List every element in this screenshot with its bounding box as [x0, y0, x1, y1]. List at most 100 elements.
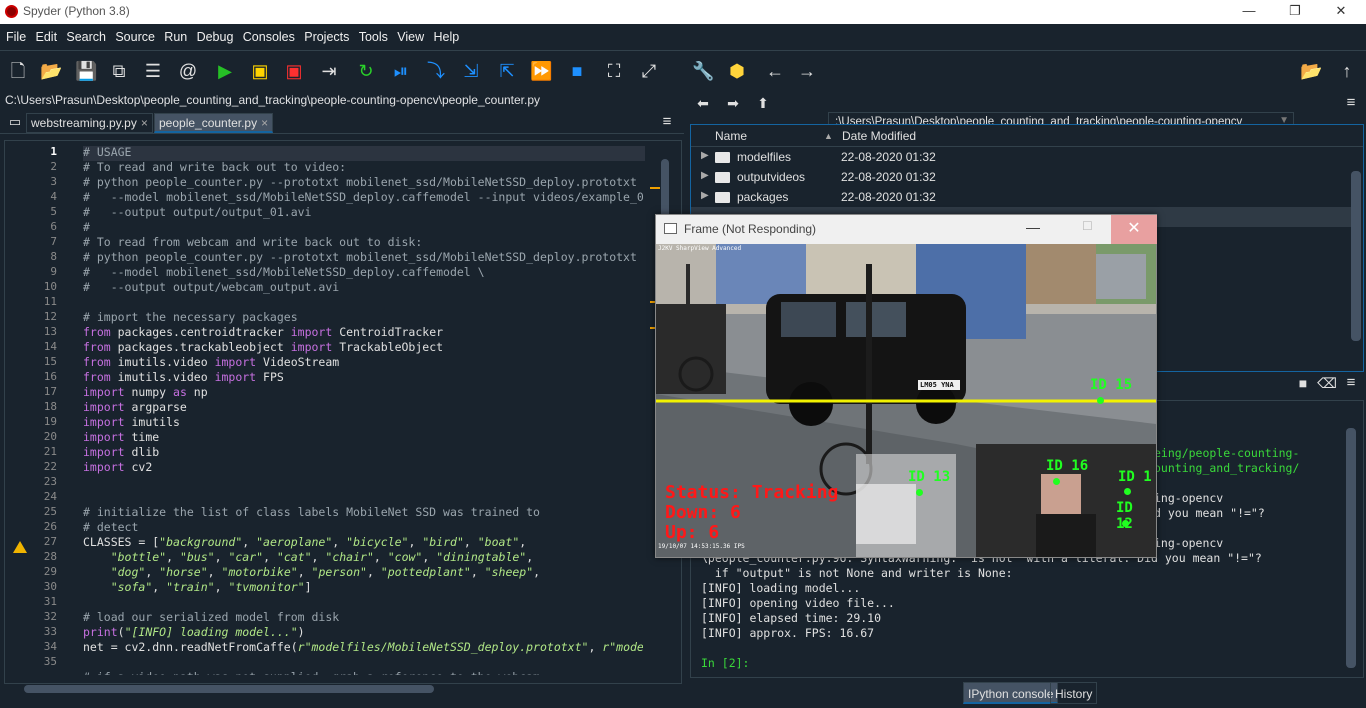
browse-directory-icon[interactable]: 📂: [1300, 60, 1322, 82]
code-line[interactable]: import dlib: [83, 445, 159, 460]
clear-console-icon[interactable]: ⌫: [1316, 372, 1338, 394]
console-options-menu-icon[interactable]: ≡: [1340, 372, 1362, 394]
debug-icon[interactable]: ⏯: [390, 60, 412, 82]
code-line[interactable]: import cv2: [83, 460, 152, 475]
code-line[interactable]: import time: [83, 430, 159, 445]
expand-arrow-icon[interactable]: ▶: [701, 150, 709, 161]
python-path-icon[interactable]: ⬢: [726, 60, 748, 82]
code-line[interactable]: # if a video path was not supplied, grab…: [83, 670, 540, 675]
step-return-icon[interactable]: ⇱: [496, 60, 518, 82]
rerun-icon[interactable]: ↻: [355, 60, 377, 82]
code-line[interactable]: import imutils: [83, 415, 180, 430]
console-scrollbar[interactable]: [1346, 428, 1356, 668]
close-tab-icon[interactable]: ×: [261, 116, 268, 130]
continue-icon[interactable]: ⏩: [530, 60, 552, 82]
code-line[interactable]: CLASSES = ["background", "aeroplane", "b…: [83, 535, 526, 550]
expand-arrow-icon[interactable]: ▶: [701, 170, 709, 181]
code-line[interactable]: #: [83, 220, 90, 235]
warning-icon[interactable]: [13, 541, 27, 553]
open-file-icon[interactable]: 📂: [40, 60, 62, 82]
code-line[interactable]: # USAGE: [83, 145, 131, 160]
run-cell-icon[interactable]: ▣: [249, 60, 271, 82]
editor-horizontal-scrollbar[interactable]: [10, 682, 670, 694]
file-row-packages[interactable]: ▶ packages 22-08-2020 01:32: [691, 187, 1351, 207]
opencv-frame-window[interactable]: Frame (Not Responding) — ☐ ✕ J2KV SharpV…: [655, 214, 1157, 558]
code-line[interactable]: "dog", "horse", "motorbike", "person", "…: [83, 565, 540, 580]
back-arrow-icon[interactable]: ←: [764, 60, 786, 82]
code-line[interactable]: from imutils.video import VideoStream: [83, 355, 339, 370]
code-line[interactable]: # python people_counter.py --prototxt mo…: [83, 250, 643, 265]
stop-debug-icon[interactable]: ■: [566, 60, 588, 82]
back-icon[interactable]: ⬅: [692, 92, 714, 114]
code-line[interactable]: # --model mobilenet_ssd/MobileNetSSD_dep…: [83, 190, 643, 205]
close-button[interactable]: ✕: [1318, 0, 1364, 24]
code-line[interactable]: # load our serialized model from disk: [83, 610, 339, 625]
code-line[interactable]: # To read from webcam and write back out…: [83, 235, 422, 250]
scrollbar-thumb[interactable]: [24, 685, 434, 693]
menu-edit[interactable]: Edit: [36, 24, 58, 44]
preferences-wrench-icon[interactable]: 🔧: [692, 60, 714, 82]
code-line[interactable]: import argparse: [83, 400, 187, 415]
code-editor[interactable]: 1 2 3 4 5 6 7 8 9 10 11 12 13 14 15 16 17 18 19 20 21 22 23 24 2…: [4, 140, 682, 684]
forward-arrow-icon[interactable]: →: [796, 60, 818, 82]
browse-tabs-icon[interactable]: ▭: [4, 111, 26, 133]
run-selection-icon[interactable]: ⇥: [318, 60, 340, 82]
at-symbol-icon[interactable]: @: [177, 60, 199, 82]
run-icon[interactable]: ▶: [214, 60, 236, 82]
code-line[interactable]: from packages.trackableobject import Tra…: [83, 340, 443, 355]
code-line[interactable]: # --model mobilenet_ssd/MobileNetSSD_dep…: [83, 265, 485, 280]
code-line[interactable]: # --output output/output_01.avi: [83, 205, 311, 220]
menu-consoles[interactable]: Consoles: [243, 24, 295, 44]
code-line[interactable]: # import the necessary packages: [83, 310, 298, 325]
code-area[interactable]: # USAGE # To read and write back out to v…: [83, 145, 643, 675]
close-tab-icon[interactable]: ×: [141, 116, 148, 130]
code-line[interactable]: print("[INFO] loading model..."): [83, 625, 305, 640]
file-row-outputvideos[interactable]: ▶ outputvideos 22-08-2020 01:32: [691, 167, 1351, 187]
code-line[interactable]: net = cv2.dnn.readNetFromCaffe(r"modelfi…: [83, 640, 643, 655]
tab-webstreaming[interactable]: webstreaming.py.py ×: [26, 113, 153, 133]
maximize-pane-icon[interactable]: ⛶: [603, 60, 625, 82]
file-row-modelfiles[interactable]: ▶ modelfiles 22-08-2020 01:32: [691, 147, 1351, 167]
column-name[interactable]: Name: [715, 129, 747, 143]
menu-debug[interactable]: Debug: [197, 24, 234, 44]
new-file-icon[interactable]: 🗋: [7, 60, 29, 82]
parent-directory-icon[interactable]: ↑: [1336, 60, 1358, 82]
code-line[interactable]: # --output output/webcam_output.avi: [83, 280, 339, 295]
menu-file[interactable]: File: [6, 24, 26, 44]
code-line[interactable]: import numpy as np: [83, 385, 208, 400]
column-date-modified[interactable]: Date Modified: [842, 129, 916, 143]
maximize-button[interactable]: ❐: [1272, 0, 1318, 24]
step-icon[interactable]: ⤵: [425, 60, 447, 82]
menu-search[interactable]: Search: [66, 24, 106, 44]
tab-ipython-console[interactable]: IPython console: [963, 682, 1059, 704]
code-line[interactable]: # initialize the list of class labels Mo…: [83, 505, 540, 520]
forward-icon[interactable]: ➡: [722, 92, 744, 114]
menu-help[interactable]: Help: [433, 24, 459, 44]
run-cell-advance-icon[interactable]: ▣: [283, 60, 305, 82]
save-all-icon[interactable]: ⧉: [108, 60, 130, 82]
frame-maximize-button[interactable]: ☐: [1082, 219, 1093, 233]
menu-view[interactable]: View: [397, 24, 424, 44]
code-line[interactable]: # python people_counter.py --prototxt mo…: [83, 175, 643, 190]
file-explorer-scrollbar[interactable]: [1351, 171, 1361, 341]
fullscreen-icon[interactable]: ⤢: [638, 60, 660, 82]
step-into-icon[interactable]: ⇲: [460, 60, 482, 82]
code-line[interactable]: # detect: [83, 520, 138, 535]
browse-tabs-icon[interactable]: ☰: [142, 60, 164, 82]
code-line[interactable]: "bottle", "bus", "car", "cat", "chair", …: [83, 550, 533, 565]
code-line[interactable]: "sofa", "train", "tvmonitor"]: [83, 580, 312, 595]
code-line[interactable]: from imutils.video import FPS: [83, 370, 284, 385]
stop-console-icon[interactable]: ■: [1292, 372, 1314, 394]
tab-history[interactable]: History: [1050, 682, 1098, 704]
frame-close-button[interactable]: ✕: [1111, 215, 1157, 244]
menu-source[interactable]: Source: [115, 24, 155, 44]
menu-projects[interactable]: Projects: [304, 24, 349, 44]
parent-folder-icon[interactable]: ⬆: [752, 92, 774, 114]
code-line[interactable]: # To read and write back out to video:: [83, 160, 346, 175]
frame-minimize-button[interactable]: —: [1026, 219, 1040, 235]
editor-options-menu-icon[interactable]: ≡: [656, 111, 678, 133]
expand-arrow-icon[interactable]: ▶: [701, 190, 709, 201]
files-options-menu-icon[interactable]: ≡: [1340, 92, 1362, 114]
menu-run[interactable]: Run: [164, 24, 187, 44]
minimize-button[interactable]: —: [1226, 0, 1272, 24]
